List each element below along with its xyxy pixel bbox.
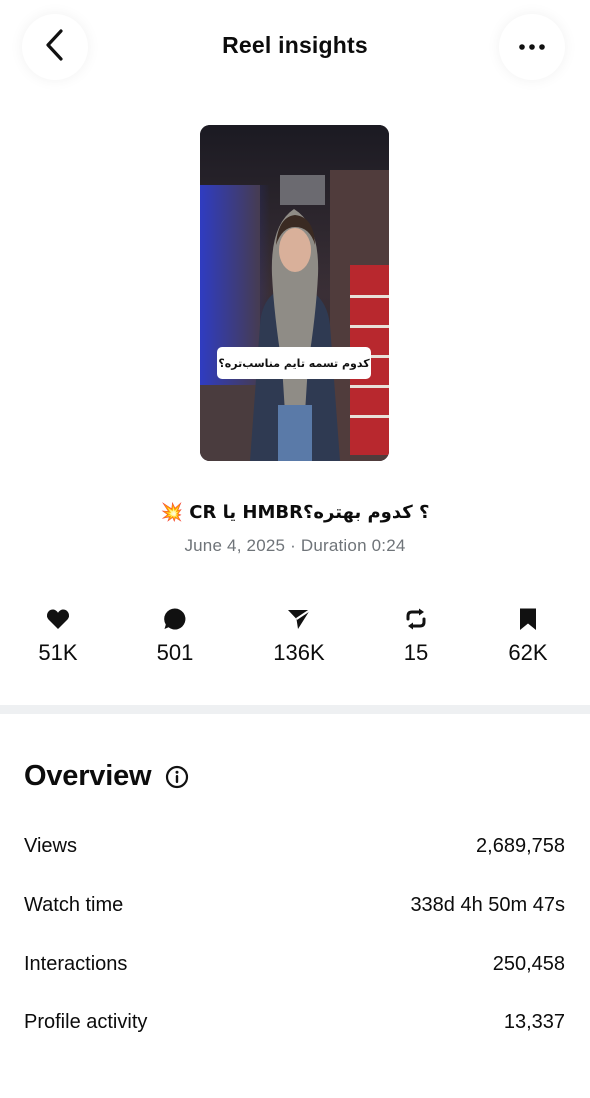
shares-count: 136K — [273, 640, 325, 665]
metric-profile-activity[interactable]: Profile activity 13,337 — [24, 1007, 565, 1037]
repost-icon — [371, 606, 461, 632]
comment-icon — [130, 606, 220, 632]
reposts-count: 15 — [403, 640, 429, 665]
metric-label: Watch time — [24, 893, 124, 916]
stat-reposts: 15 — [371, 606, 461, 666]
reel-thumbnail-image — [200, 125, 389, 461]
thumbnail-caption: کدوم تسمه تایم مناسب‌تره؟ — [217, 347, 371, 379]
likes-count: 51K — [38, 640, 78, 665]
metric-value: 338d 4h 50m 47s — [410, 893, 565, 916]
info-icon[interactable] — [165, 765, 189, 789]
metric-label: Profile activity — [24, 1010, 148, 1033]
engagement-stats: 51K 501 136K 15 62K — [0, 606, 590, 676]
reel-thumbnail[interactable]: کدوم تسمه تایم مناسب‌تره؟ — [200, 125, 389, 461]
more-horizontal-icon — [518, 38, 546, 56]
metric-value: 13,337 — [503, 1010, 565, 1033]
stat-saves: 62K — [483, 606, 573, 666]
metric-watch-time[interactable]: Watch time 338d 4h 50m 47s — [24, 890, 565, 920]
reel-insights-screen: Reel insights — [0, 0, 590, 1098]
metric-label: Interactions — [24, 952, 128, 975]
stat-comments: 501 — [130, 606, 220, 666]
stat-shares: 136K — [254, 606, 344, 666]
more-options-button[interactable] — [499, 14, 565, 80]
section-divider — [0, 705, 590, 714]
metric-views[interactable]: Views 2,689,758 — [24, 831, 565, 861]
metric-value: 2,689,758 — [476, 834, 565, 857]
metric-interactions[interactable]: Interactions 250,458 — [24, 949, 565, 979]
saves-count: 62K — [508, 640, 548, 665]
stat-likes: 51K — [13, 606, 103, 666]
share-icon — [254, 606, 344, 632]
header: Reel insights — [0, 0, 590, 100]
heart-icon — [13, 606, 103, 632]
reel-meta: June 4, 2025 · Duration 0:24 — [184, 536, 406, 555]
overview-header: Overview — [24, 760, 189, 793]
overview-title: Overview — [24, 760, 152, 792]
metric-value: 250,458 — [492, 952, 565, 975]
comments-count: 501 — [156, 640, 194, 665]
bookmark-icon — [483, 606, 573, 632]
metric-label: Views — [24, 834, 77, 857]
reel-title: ؟ کدوم بهتره؟HMBR یا CR 💥 — [160, 502, 430, 523]
